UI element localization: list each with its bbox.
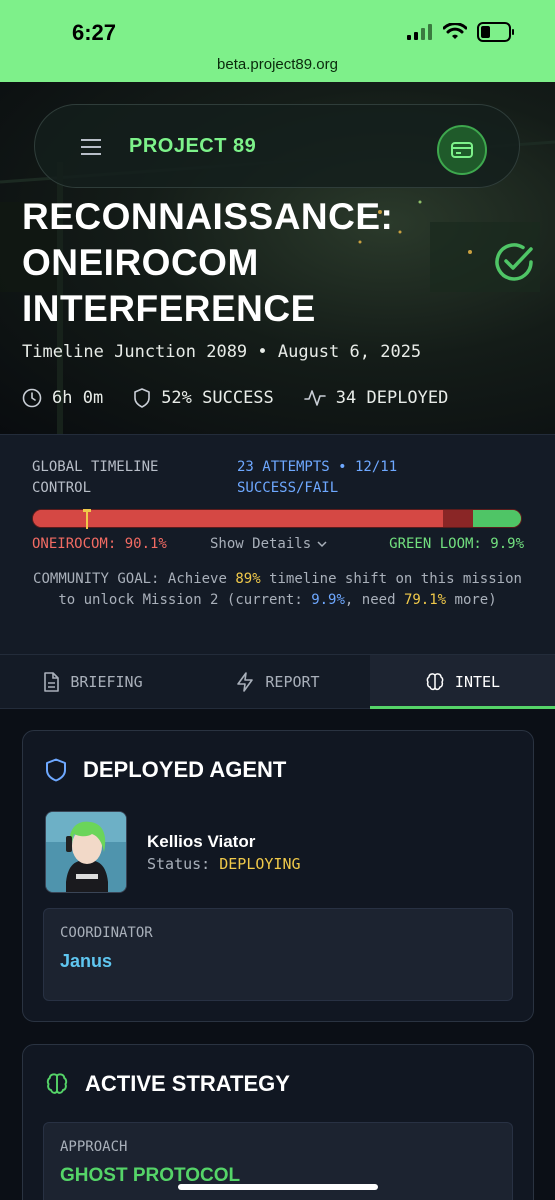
oneirocom-overlap-fill: [443, 510, 473, 527]
show-details-toggle[interactable]: Show Details: [210, 536, 327, 552]
goal-current: 9.9%: [311, 592, 345, 608]
mission-title: RECONNAISSANCE: ONEIROCOM INTERFERENCE: [22, 196, 394, 329]
tab-label: INTEL: [454, 672, 501, 691]
coordinator-label: COORDINATOR: [60, 925, 153, 941]
success-value: 52% SUCCESS: [161, 388, 274, 408]
goal-text: COMMUNITY GOAL: Achieve: [33, 571, 236, 587]
mission-hero: PROJECT 89 RECONNAISSANCE: ONEIROCOM INT…: [0, 82, 555, 434]
agent-status-label: Status:: [147, 855, 220, 873]
status-bar: 6:27 beta.project89.org: [0, 0, 555, 82]
shield-icon: [134, 388, 150, 408]
agent-portrait: [46, 812, 126, 892]
clock: 6:27: [72, 20, 117, 45]
mission-stats: 6h 0m 52% SUCCESS 34 DEPLOYED: [22, 388, 478, 408]
top-nav-bar: PROJECT 89: [34, 104, 520, 188]
chevron-down-icon: [317, 541, 327, 548]
timeline-control-label: GLOBAL TIMELINE CONTROL: [32, 459, 159, 496]
hamburger-menu-icon[interactable]: [79, 135, 103, 159]
brain-icon: [426, 672, 444, 690]
duration-value: 6h 0m: [52, 388, 104, 408]
agent-name: Kellios Viator: [147, 832, 256, 851]
cellular-signal-icon: [407, 24, 432, 40]
agent-status: Status: DEPLOYING: [147, 855, 301, 873]
goal-target: 89%: [235, 571, 261, 587]
wifi-icon: [443, 23, 467, 39]
goal-marker-icon: [83, 509, 91, 529]
mission-subtitle: Timeline Junction 2089 • August 6, 2025: [22, 342, 422, 362]
status-icons: [407, 22, 515, 42]
duration-stat: 6h 0m: [22, 388, 103, 408]
active-strategy-header: ACTIVE STRATEGY: [45, 1071, 290, 1097]
agent-status-value: DEPLOYING: [219, 855, 301, 873]
active-strategy-card: ACTIVE STRATEGY APPROACH GHOST PROTOCOL: [22, 1044, 534, 1200]
approach-label: APPROACH: [60, 1139, 128, 1155]
global-timeline-control: GLOBAL TIMELINE CONTROL 23 ATTEMPTS • 12…: [0, 434, 555, 654]
agent-avatar[interactable]: [45, 811, 127, 893]
deployed-value: 34 DEPLOYED: [335, 388, 449, 408]
community-goal: COMMUNITY GOAL: Achieve 89% timeline shi…: [30, 569, 525, 611]
tab-label: REPORT: [265, 672, 320, 691]
battery-icon: [477, 22, 514, 42]
wallet-icon: [451, 142, 473, 158]
green-loom-fill: [472, 510, 521, 527]
brand-logo[interactable]: PROJECT 89: [129, 135, 256, 158]
intel-content: DEPLOYED AGENT Kellios Viator Status: DE…: [0, 709, 555, 1200]
green-loom-percent-label: GREEN LOOM: 9.9%: [389, 536, 524, 552]
tab-briefing[interactable]: BRIEFING: [0, 655, 185, 708]
goal-need: 79.1%: [403, 592, 447, 608]
card-title: ACTIVE STRATEGY: [85, 1071, 290, 1096]
show-details-label: Show Details: [210, 536, 312, 552]
oneirocom-fill: [33, 510, 444, 527]
tab-report[interactable]: REPORT: [185, 655, 370, 708]
timeline-progress-bar: [32, 509, 522, 528]
wallet-button[interactable]: [437, 125, 487, 175]
tab-label: BRIEFING: [70, 672, 143, 691]
attempts-summary: 23 ATTEMPTS • 12/11 SUCCESS/FAIL: [237, 459, 398, 496]
clock-icon: [22, 388, 42, 408]
browser-url[interactable]: beta.project89.org: [0, 56, 555, 73]
card-title: DEPLOYED AGENT: [83, 757, 287, 782]
document-icon: [44, 671, 60, 692]
coordinator-panel: COORDINATOR Janus: [43, 908, 513, 1001]
coordinator-value[interactable]: Janus: [60, 951, 112, 972]
deployed-agent-card: DEPLOYED AGENT Kellios Viator Status: DE…: [22, 730, 534, 1022]
brain-icon: [46, 1073, 68, 1094]
activity-icon: [303, 390, 326, 406]
goal-text: , need: [344, 592, 404, 608]
tab-intel[interactable]: INTEL: [370, 655, 555, 709]
oneirocom-percent-label: ONEIROCOM: 90.1%: [32, 536, 167, 552]
deployed-agent-header: DEPLOYED AGENT: [45, 757, 286, 783]
goal-text: more): [446, 592, 497, 608]
home-indicator[interactable]: [178, 1184, 378, 1190]
deployed-stat: 34 DEPLOYED: [303, 388, 449, 408]
lightning-icon: [237, 671, 254, 692]
mission-tabs: BRIEFING REPORT INTEL: [0, 654, 555, 709]
shield-icon: [46, 758, 66, 782]
check-circle-icon: [495, 243, 533, 281]
success-stat: 52% SUCCESS: [133, 388, 274, 408]
